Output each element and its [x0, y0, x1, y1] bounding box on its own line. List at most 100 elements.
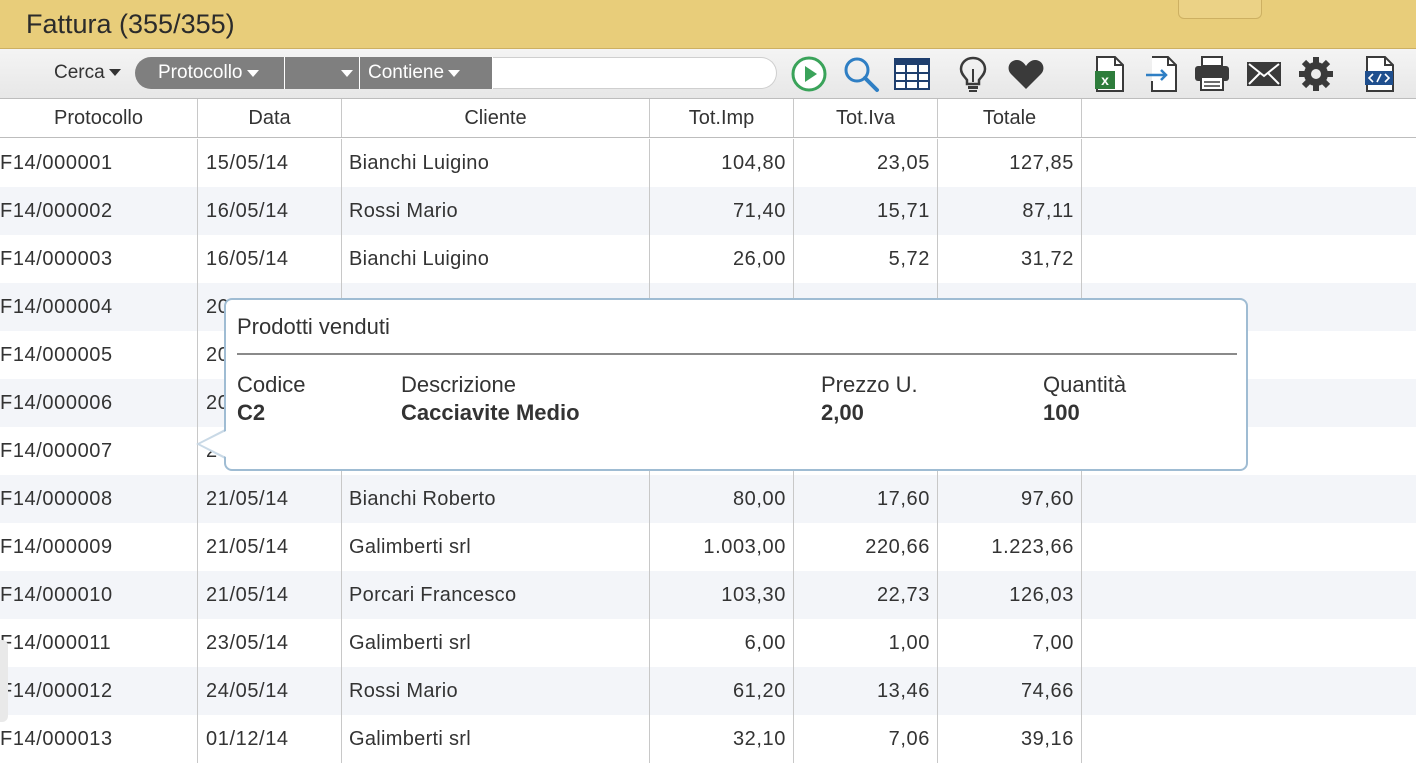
cell-protocollo: F14/000013 — [0, 715, 198, 763]
cell-totale: 1.223,66 — [938, 523, 1082, 571]
excel-icon[interactable]: x — [1090, 55, 1128, 93]
chevron-down-icon — [448, 69, 461, 77]
column-header-data[interactable]: Data — [198, 99, 342, 137]
cell-tot-imp: 104,80 — [650, 139, 794, 187]
cell-cliente: Galimberti srl — [342, 715, 650, 763]
popup-column-descrizione: Descrizione Cacciavite Medio — [401, 372, 580, 426]
print-icon[interactable] — [1193, 55, 1231, 93]
popup-header-prezzo: Prezzo U. — [821, 372, 918, 397]
cell-tot-imp: 71,40 — [650, 187, 794, 235]
cell-tot-iva: 5,72 — [794, 235, 938, 283]
cell-data: 21/05/14 — [198, 523, 342, 571]
cerca-menu[interactable]: Cerca — [54, 62, 121, 84]
cell-data: 01/12/14 — [198, 715, 342, 763]
column-header-cliente[interactable]: Cliente — [342, 99, 650, 137]
cell-totale: 31,72 — [938, 235, 1082, 283]
cell-tot-iva: 220,66 — [794, 523, 938, 571]
cell-cliente: Porcari Francesco — [342, 571, 650, 619]
popup-value-prezzo: 2,00 — [821, 400, 864, 425]
table-icon[interactable] — [893, 55, 931, 93]
column-header-totale[interactable]: Totale — [938, 99, 1082, 137]
toolbar: Cerca Protocollo Contiene x — [0, 49, 1416, 99]
heart-icon[interactable] — [1007, 55, 1045, 93]
cell-tot-imp: 103,30 — [650, 571, 794, 619]
popup-value-quantita: 100 — [1043, 400, 1080, 425]
cell-protocollo: F14/000011 — [0, 619, 198, 667]
table-row[interactable]: F14/000010 21/05/14 Porcari Francesco 103,3… — [0, 571, 1416, 619]
cell-protocollo: F14/000001 — [0, 139, 198, 187]
popup-column-codice: Codice C2 — [237, 372, 305, 426]
cell-data: 21/05/14 — [198, 571, 342, 619]
popup-column-quantita: Quantità 100 — [1043, 372, 1126, 426]
cell-cliente: Bianchi Roberto — [342, 475, 650, 523]
cell-protocollo: F14/000012 — [0, 667, 198, 715]
cell-tot-imp: 32,10 — [650, 715, 794, 763]
play-icon[interactable] — [790, 55, 828, 93]
table-row[interactable]: F14/000001 15/05/14 Bianchi Luigino 104,80 2… — [0, 139, 1416, 187]
table-row[interactable]: F14/000011 23/05/14 Galimberti srl 6,00 1,00… — [0, 619, 1416, 667]
popup-value-codice: C2 — [237, 400, 266, 425]
popup-divider — [237, 353, 1237, 355]
popup-arrow-inner — [200, 431, 226, 457]
cell-totale: 97,60 — [938, 475, 1082, 523]
svg-text:x: x — [1101, 72, 1109, 88]
cell-data: 16/05/14 — [198, 235, 342, 283]
cell-tot-iva: 15,71 — [794, 187, 938, 235]
cell-totale: 39,16 — [938, 715, 1082, 763]
cell-data: 21/05/14 — [198, 475, 342, 523]
cell-cliente: Rossi Mario — [342, 187, 650, 235]
table-row[interactable]: F14/000003 16/05/14 Bianchi Luigino 26,00 5,… — [0, 235, 1416, 283]
cell-tot-iva: 7,06 — [794, 715, 938, 763]
condition-select[interactable]: Contiene — [360, 57, 493, 89]
gear-icon[interactable] — [1297, 55, 1335, 93]
code-icon[interactable] — [1360, 55, 1398, 93]
lightbulb-icon[interactable] — [954, 55, 992, 93]
cell-totale: 87,11 — [938, 187, 1082, 235]
column-header-tot-imp[interactable]: Tot.Imp — [650, 99, 794, 137]
title-bar-tab[interactable] — [1178, 0, 1262, 19]
condition-select-label: Contiene — [368, 62, 445, 83]
cell-data: 16/05/14 — [198, 187, 342, 235]
cell-data: 23/05/14 — [198, 619, 342, 667]
products-popup: Prodotti venduti Codice C2 Descrizione C… — [224, 298, 1248, 471]
cell-totale: 126,03 — [938, 571, 1082, 619]
search-icon[interactable] — [842, 55, 880, 93]
table-row[interactable]: F14/000009 21/05/14 Galimberti srl 1.003,00… — [0, 523, 1416, 571]
column-header-tot-iva[interactable]: Tot.Iva — [794, 99, 938, 137]
cell-protocollo: F14/000010 — [0, 571, 198, 619]
cell-totale: 74,66 — [938, 667, 1082, 715]
mail-icon[interactable] — [1245, 55, 1283, 93]
cell-protocollo: F14/000005 — [0, 331, 198, 379]
popup-header-descrizione: Descrizione — [401, 372, 516, 397]
popup-header-quantita: Quantità — [1043, 372, 1127, 397]
table-row[interactable]: F14/000002 16/05/14 Rossi Mario 71,40 15,71 8… — [0, 187, 1416, 235]
table-row[interactable]: F14/000008 21/05/14 Bianchi Roberto 80,00 17… — [0, 475, 1416, 523]
chevron-down-icon — [108, 69, 121, 77]
field-select-label: Protocollo — [158, 62, 243, 83]
search-input[interactable] — [493, 57, 777, 89]
side-panel-handle[interactable] — [0, 640, 8, 722]
cell-cliente: Rossi Mario — [342, 667, 650, 715]
popup-value-descrizione: Cacciavite Medio — [401, 400, 580, 425]
import-icon[interactable] — [1143, 55, 1181, 93]
table-row[interactable]: F14/000013 01/12/14 Galimberti srl 32,10 7,0… — [0, 715, 1416, 763]
operator-select[interactable] — [285, 57, 360, 89]
cell-protocollo: F14/000008 — [0, 475, 198, 523]
field-select[interactable]: Protocollo — [135, 57, 285, 89]
cell-tot-imp: 61,20 — [650, 667, 794, 715]
cell-protocollo: F14/000003 — [0, 235, 198, 283]
cerca-label: Cerca — [54, 62, 105, 83]
cell-tot-imp: 80,00 — [650, 475, 794, 523]
cell-data: 15/05/14 — [198, 139, 342, 187]
cell-protocollo: F14/000009 — [0, 523, 198, 571]
chevron-down-icon — [246, 69, 259, 77]
popup-title: Prodotti venduti — [237, 314, 390, 339]
cell-cliente: Galimberti srl — [342, 523, 650, 571]
cell-tot-iva: 1,00 — [794, 619, 938, 667]
table-header: Protocollo Data Cliente Tot.Imp Tot.Iva … — [0, 99, 1416, 138]
cell-totale: 7,00 — [938, 619, 1082, 667]
column-header-protocollo[interactable]: Protocollo — [0, 99, 198, 137]
table-row[interactable]: F14/000012 24/05/14 Rossi Mario 61,20 13,46 7… — [0, 667, 1416, 715]
cell-data: 24/05/14 — [198, 667, 342, 715]
cell-protocollo: F14/000006 — [0, 379, 198, 427]
